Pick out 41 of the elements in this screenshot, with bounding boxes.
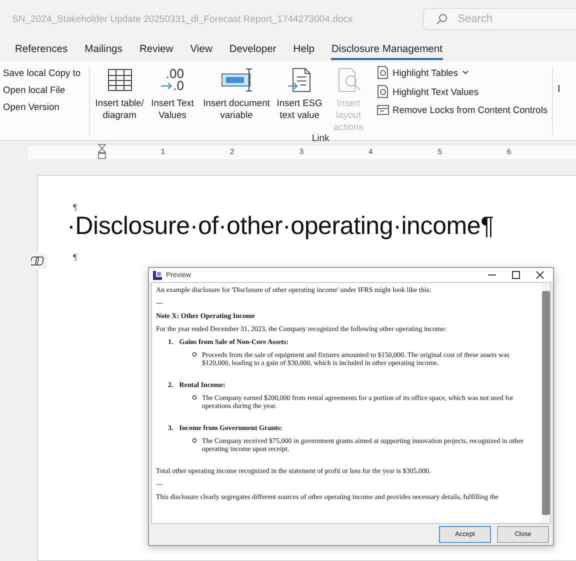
- caret-icon: [462, 70, 469, 75]
- ribbon-button[interactable]: Open Version: [3, 102, 81, 112]
- ribbon-button[interactable]: Insert ESG text value: [274, 62, 326, 133]
- ribbon-button[interactable]: Insert table/ diagram: [94, 62, 146, 133]
- maximize-icon: [511, 270, 521, 280]
- bullet-icon: [192, 438, 197, 443]
- bullet-icon: [192, 352, 197, 357]
- ribbon-button[interactable]: I: [552, 62, 560, 140]
- app-logo-icon: [153, 270, 162, 280]
- highlight-icon: [376, 66, 389, 79]
- ribbon-button[interactable]: Highlight Text Values: [376, 85, 548, 98]
- search-field[interactable]: Search: [422, 8, 576, 30]
- search-icon: [436, 13, 448, 25]
- ribbon-button[interactable]: Highlight Tables: [376, 66, 548, 79]
- highlight-icon: [376, 85, 389, 98]
- variable-field-icon: [220, 67, 254, 93]
- scrollbar[interactable]: [542, 283, 550, 523]
- ribbon-button[interactable]: Save local Copy to: [3, 68, 81, 78]
- unlock-icon: [376, 104, 389, 116]
- copilot-button[interactable]: [29, 253, 47, 269]
- ribbon-tab[interactable]: References: [15, 40, 68, 60]
- group-label: Link: [310, 133, 330, 146]
- bullet-icon: [192, 395, 197, 400]
- ribbon-tab[interactable]: Help: [293, 40, 314, 60]
- ribbon-tab[interactable]: Disclosure Management: [331, 40, 442, 60]
- paragraph-mark: ¶: [73, 252, 78, 262]
- document-heading: ·Disclosure·of·other·operating·income¶: [67, 212, 495, 241]
- document-arrow-icon: [286, 67, 313, 93]
- document-title: SN_2024_Stakeholder Update 20250331_dl_Forecast Report_1744273004.docx: [12, 14, 353, 24]
- close-icon: [535, 270, 545, 280]
- magnifier-document-icon: [336, 67, 362, 93]
- paragraph-mark: ¶: [73, 202, 78, 212]
- ribbon-button[interactable]: Remove Locks from Content Controls: [376, 104, 548, 116]
- ribbon-button[interactable]: .00 .0 Insert Text Values: [146, 62, 200, 133]
- table-icon: [106, 68, 133, 92]
- ribbon-tab[interactable]: View: [190, 40, 212, 60]
- ribbon-button[interactable]: Insert document variable: [200, 62, 274, 133]
- ribbon-tab[interactable]: Review: [139, 40, 174, 60]
- ribbon-tab[interactable]: Developer: [229, 40, 276, 60]
- ribbon-button[interactable]: Open local File: [3, 85, 81, 95]
- ribbon-tab[interactable]: Mailings: [84, 40, 122, 60]
